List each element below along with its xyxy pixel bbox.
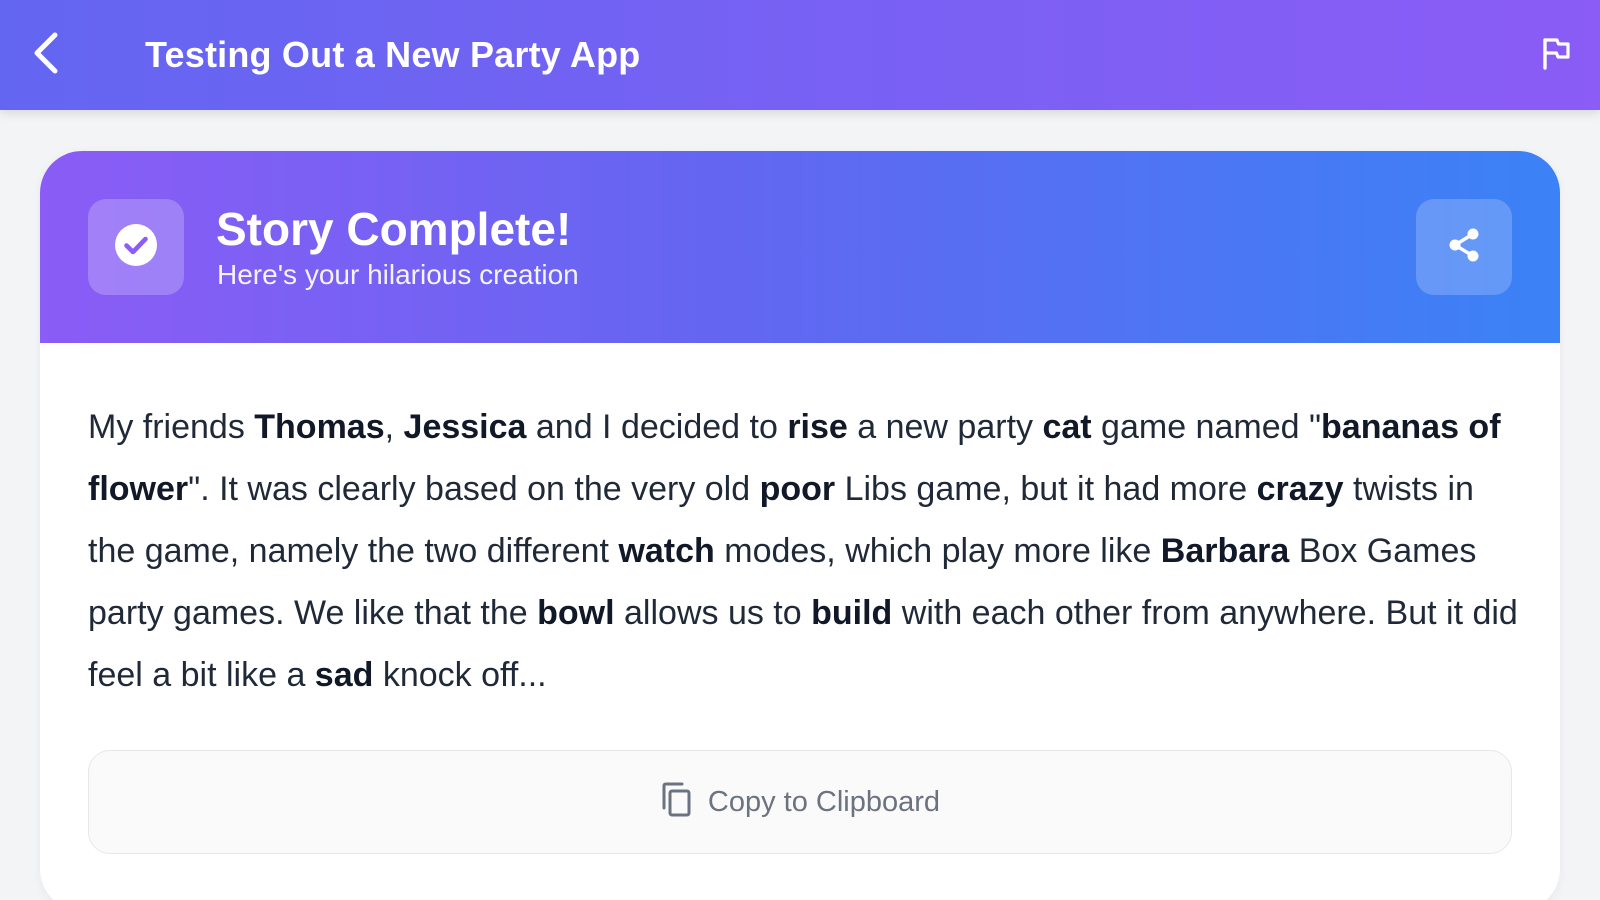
story-fragment: Libs game, but it had more xyxy=(835,470,1257,508)
story-complete-subtitle: Here's your hilarious creation xyxy=(217,259,579,290)
copy-to-clipboard-button[interactable]: Copy to Clipboard xyxy=(88,750,1512,854)
filled-word: bowl xyxy=(537,594,615,632)
filled-word: build xyxy=(811,594,893,632)
copy-icon xyxy=(660,782,692,823)
back-button[interactable] xyxy=(26,30,66,80)
share-icon xyxy=(1446,226,1482,269)
filled-word: poor xyxy=(759,470,836,508)
filled-word: Barbara xyxy=(1160,532,1290,570)
filled-word: cat xyxy=(1042,408,1092,446)
filled-word: sad xyxy=(314,656,374,694)
story-fragment: allows us to xyxy=(614,594,812,632)
chevron-left-icon xyxy=(31,31,61,80)
filled-word: Jessica xyxy=(403,408,527,446)
story-text: My friends Thomas, Jessica and I decided… xyxy=(88,396,1518,706)
report-button[interactable] xyxy=(1534,33,1578,77)
story-card: Story Complete! Here's your hilarious cr… xyxy=(40,151,1560,900)
app-header: Testing Out a New Party App xyxy=(0,0,1600,110)
story-fragment: modes, which play more like xyxy=(714,532,1161,570)
story-complete-title: Story Complete! xyxy=(216,203,572,255)
check-circle-icon xyxy=(114,223,158,272)
filled-word: rise xyxy=(787,408,848,446)
flag-icon xyxy=(1540,36,1572,75)
filled-word: Thomas xyxy=(254,408,385,446)
story-fragment: game named " xyxy=(1091,408,1322,446)
story-fragment: a new party xyxy=(847,408,1043,446)
filled-word: crazy xyxy=(1256,470,1344,508)
filled-word: watch xyxy=(618,532,715,570)
story-card-header: Story Complete! Here's your hilarious cr… xyxy=(40,151,1560,343)
story-fragment: and I decided to xyxy=(526,408,788,446)
status-badge xyxy=(88,199,184,295)
story-fragment: My friends xyxy=(88,408,255,446)
story-fragment: , xyxy=(384,408,404,446)
story-fragment: knock off... xyxy=(373,656,547,694)
copy-button-label: Copy to Clipboard xyxy=(707,785,941,818)
story-fragment: ". It was clearly based on the very old xyxy=(188,470,760,508)
page-title: Testing Out a New Party App xyxy=(145,34,641,75)
share-button[interactable] xyxy=(1416,199,1512,295)
